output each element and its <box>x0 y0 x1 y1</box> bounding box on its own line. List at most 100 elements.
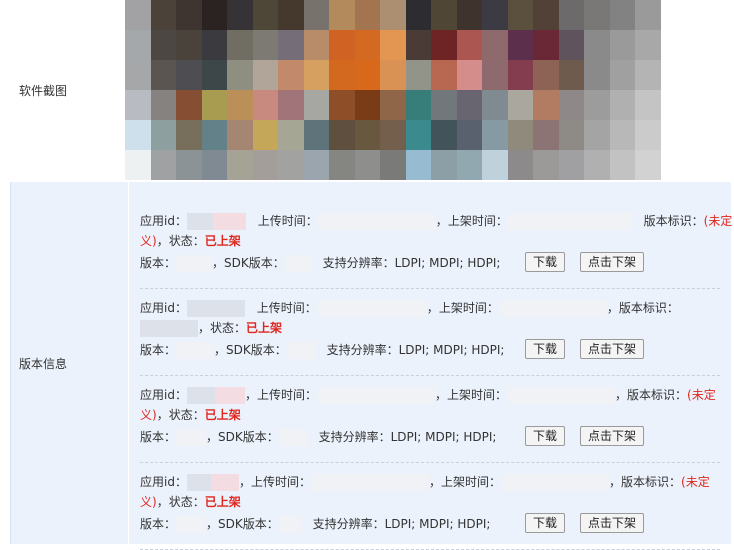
redacted-value <box>140 320 198 337</box>
mosaic-tile <box>176 30 202 60</box>
mosaic-tile <box>405 90 432 120</box>
mosaic-tile <box>405 120 432 150</box>
comma: ， <box>156 495 169 509</box>
mosaic-tile <box>227 0 253 30</box>
mosaic-tile <box>584 30 610 60</box>
mosaic-tile <box>278 60 304 90</box>
version-entry: 应用id： 上传时间： ，上架时间： ，版本标识： ，状态：已上架 版本： ，SDK版… <box>140 291 720 376</box>
mosaic-tile <box>482 60 508 90</box>
status-label: 状态： <box>168 408 205 422</box>
unshelf-button[interactable]: 点击下架 <box>580 513 645 533</box>
mosaic-tile <box>329 120 355 150</box>
mosaic-tile <box>635 120 661 150</box>
resolution-label: 支持分辨率： <box>318 430 391 444</box>
screenshot-row-label-text: 软件截图 <box>19 83 68 98</box>
mosaic-tile <box>303 150 330 180</box>
version-label: 版本： <box>140 256 177 270</box>
download-button[interactable]: 下载 <box>525 339 566 359</box>
mosaic-tile <box>150 150 177 180</box>
version-tag-value: (未定 <box>681 475 710 489</box>
mosaic-tile <box>278 120 304 150</box>
mosaic-tile <box>609 0 636 30</box>
resolution-value: LDPI; MDPI; HDPI; <box>390 430 497 444</box>
mosaic-tile <box>609 30 636 60</box>
mosaic-tile <box>201 30 228 60</box>
version-info-row-label: 版本信息 <box>11 182 127 544</box>
download-button[interactable]: 下载 <box>525 513 566 533</box>
app-id-label: 应用id： <box>140 301 187 315</box>
mosaic-tile <box>584 150 610 180</box>
mosaic-tile <box>303 120 330 150</box>
version-build-line: 版本： ，SDK版本： 支持分辨率：LDPI; MDPI; HDPI; <box>140 254 500 272</box>
redacted-value <box>176 516 207 533</box>
resolution-label: 支持分辨率： <box>322 256 395 270</box>
redacted-value <box>176 342 215 359</box>
mosaic-tile <box>176 0 202 30</box>
mosaic-tile <box>227 150 253 180</box>
mosaic-tile <box>303 30 330 60</box>
version-meta-line: 应用id： 上传时间： ，上架时间： 版本标识：(未定 <box>140 212 732 230</box>
shelf-time-label: 上架时间： <box>447 388 508 402</box>
upload-time-label: 上传时间： <box>256 301 317 315</box>
mosaic-tile <box>431 60 457 90</box>
version-build-line: 版本： ，SDK版本： 支持分辨率：LDPI; MDPI; HDPI; <box>140 341 504 359</box>
status-value: 已上架 <box>204 234 241 248</box>
mosaic-tile <box>456 0 483 30</box>
mosaic-tile <box>456 90 483 120</box>
mosaic-tile <box>125 0 151 30</box>
status-value: 已上架 <box>204 408 241 422</box>
version-meta-line: 应用id： ，上传时间： ，上架时间： ，版本标识：(未定 <box>140 386 716 404</box>
redacted-value <box>186 474 211 491</box>
status-label: 状态： <box>168 495 205 509</box>
redacted-value <box>286 342 315 359</box>
comma: ， <box>206 517 219 531</box>
mosaic-tile <box>252 30 279 60</box>
download-button[interactable]: 下载 <box>525 252 566 272</box>
mosaic-tile <box>584 90 610 120</box>
mosaic-tile <box>456 150 483 180</box>
redacted-value <box>186 300 245 317</box>
comma: ， <box>206 430 219 444</box>
version-tag-label: 版本标识： <box>643 214 704 228</box>
comma: ， <box>426 301 439 315</box>
status-label: 状态： <box>210 321 247 335</box>
unshelf-button[interactable]: 点击下架 <box>580 426 645 446</box>
comma: ， <box>238 475 251 489</box>
app-screenshot-mosaic <box>125 0 661 180</box>
mosaic-tile <box>125 150 151 180</box>
unshelf-button[interactable]: 点击下架 <box>580 252 645 272</box>
mosaic-tile <box>329 150 355 180</box>
sdk-version-label: SDK版本： <box>218 517 279 531</box>
mosaic-tile <box>482 120 508 150</box>
mosaic-tile <box>635 90 661 120</box>
mosaic-tile <box>405 0 432 30</box>
mosaic-tile <box>380 30 406 60</box>
mosaic-tile <box>533 30 559 60</box>
mosaic-tile <box>150 60 177 90</box>
version-meta-line: 应用id： ，上传时间： ，上架时间： ，版本标识：(未定 <box>140 473 710 491</box>
mosaic-tile <box>533 90 559 120</box>
mosaic-tile <box>405 60 432 90</box>
mosaic-tile <box>201 90 228 120</box>
mosaic-tile <box>201 150 228 180</box>
redacted-value <box>214 387 245 404</box>
status-label: 状态： <box>168 234 205 248</box>
resolution-value: LDPI; MDPI; HDPI; <box>384 517 491 531</box>
mosaic-tile <box>176 60 202 90</box>
mosaic-tile <box>584 60 610 90</box>
comma: ， <box>609 475 622 489</box>
mosaic-tile <box>252 90 279 120</box>
mosaic-tile <box>278 30 304 60</box>
mosaic-tile <box>227 90 253 120</box>
unshelf-button[interactable]: 点击下架 <box>580 339 645 359</box>
comma: ， <box>435 214 448 228</box>
mosaic-tile <box>125 30 151 60</box>
mosaic-tile <box>507 60 534 90</box>
download-button[interactable]: 下载 <box>525 426 566 446</box>
comma: ， <box>198 321 211 335</box>
version-tag-value-cont: 义) <box>140 408 157 422</box>
mosaic-tile <box>354 120 381 150</box>
comma: ， <box>428 475 441 489</box>
mosaic-tile <box>150 90 177 120</box>
mosaic-tile <box>176 90 202 120</box>
